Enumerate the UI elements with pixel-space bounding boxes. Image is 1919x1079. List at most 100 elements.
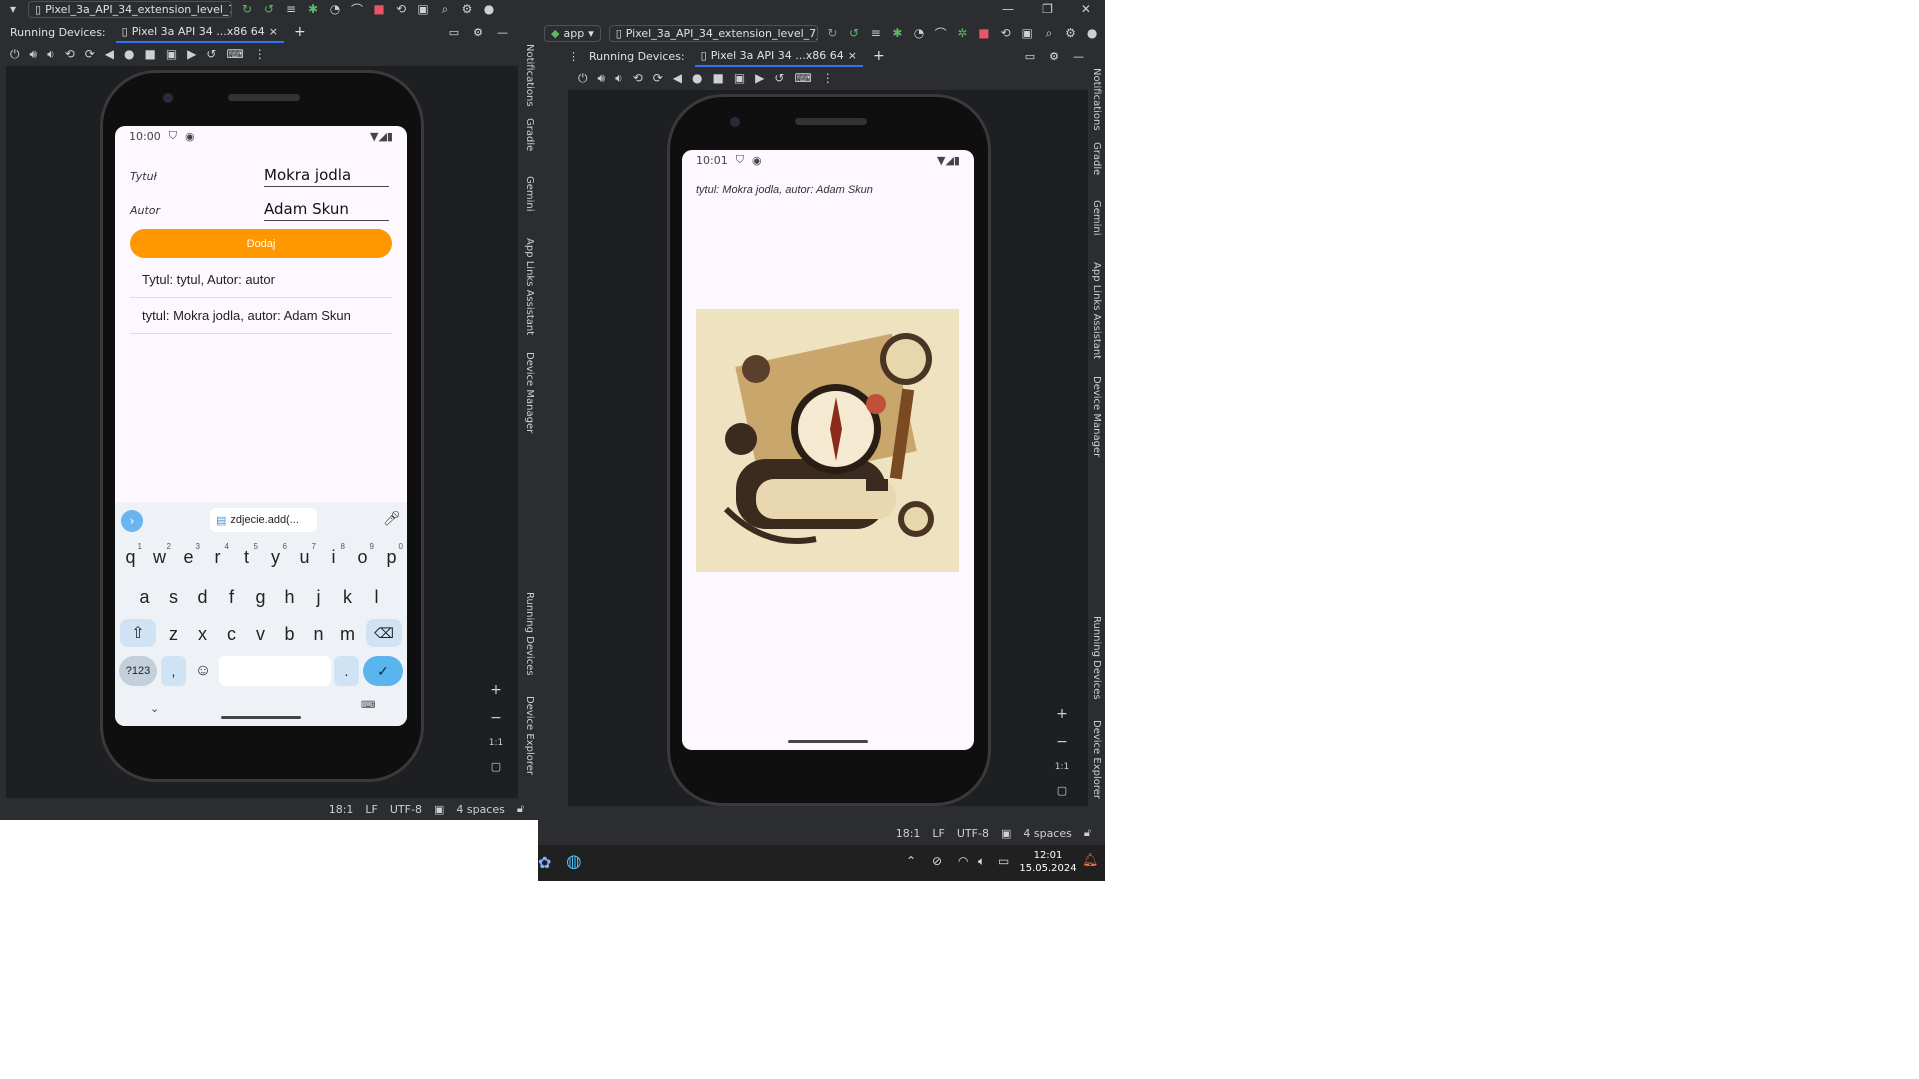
layout-icon[interactable]: ▭ xyxy=(449,26,459,39)
overview-icon[interactable]: ■ xyxy=(712,71,723,85)
gear-icon[interactable]: ⚙ xyxy=(460,2,474,16)
extended-controls-icon[interactable]: ⌨ xyxy=(794,71,811,85)
enter-key[interactable]: ✓ xyxy=(363,656,403,686)
run-config-selector[interactable]: ◆ app ▾ xyxy=(544,24,601,42)
record-icon[interactable]: ▶ xyxy=(755,71,764,85)
chevron-down-icon[interactable]: ▾ xyxy=(6,2,20,16)
zoom-in-button[interactable]: + xyxy=(1056,706,1068,722)
debug-icon[interactable]: ✱ xyxy=(306,2,320,16)
expand-toolbar-button[interactable]: › xyxy=(121,510,143,532)
title-input[interactable]: Mokra jodla xyxy=(264,166,389,187)
power-icon[interactable]: ⏻ xyxy=(578,71,588,86)
lock-icon[interactable]: 🔓︎ xyxy=(1084,826,1091,840)
zoom-in-button[interactable]: + xyxy=(490,682,502,698)
rotate-right-icon[interactable]: ⟳ xyxy=(653,71,663,85)
side-label-notifications[interactable]: Notifications xyxy=(524,44,535,107)
search-icon[interactable]: ⌕ xyxy=(438,2,452,16)
wifi-icon[interactable]: ◠ xyxy=(958,854,968,868)
side-label-gradle[interactable]: Gradle xyxy=(524,118,535,151)
side-label-app-links[interactable]: App Links Assistant xyxy=(1091,262,1102,359)
zoom-ratio-button[interactable]: 1:1 xyxy=(489,738,503,748)
key-x[interactable]: x xyxy=(189,619,216,649)
window-restore-icon[interactable]: ❐ xyxy=(1042,2,1053,16)
side-label-gemini[interactable]: Gemini xyxy=(524,176,535,212)
side-label-running-devices[interactable]: Running Devices xyxy=(524,592,535,676)
apply-changes-icon[interactable]: ↻ xyxy=(826,26,840,40)
device-selector[interactable]: ▯ Pixel_3a_API_34_extension_level_7_x86 xyxy=(608,24,818,42)
home-icon[interactable]: ● xyxy=(124,47,134,61)
settings-icon[interactable]: ⚙ xyxy=(473,26,483,39)
key-j[interactable]: j xyxy=(305,582,332,612)
device-manager-icon[interactable]: ▣ xyxy=(1020,26,1034,40)
keyboard-switch-icon[interactable]: ⌨ xyxy=(361,700,375,711)
attach-icon[interactable]: ⌒ xyxy=(350,2,364,17)
apply-changes-icon[interactable]: ↻ xyxy=(240,2,254,16)
side-label-gemini[interactable]: Gemini xyxy=(1091,200,1102,236)
key-m[interactable]: m xyxy=(334,619,361,649)
window-minimize-icon[interactable]: — xyxy=(1002,2,1014,16)
indent[interactable]: 4 spaces xyxy=(456,803,505,816)
symbols-key[interactable]: ?123 xyxy=(119,656,157,686)
lock-icon[interactable]: 🔓︎ xyxy=(517,802,524,816)
overview-icon[interactable]: ■ xyxy=(144,47,155,61)
zoom-out-button[interactable]: − xyxy=(1056,734,1068,750)
apply-code-changes-icon[interactable]: ↺ xyxy=(262,2,276,16)
device-manager-icon[interactable]: ▣ xyxy=(416,2,430,16)
side-label-device-explorer[interactable]: Device Explorer xyxy=(524,696,535,775)
extended-controls-icon[interactable]: ⌨ xyxy=(226,47,243,61)
apply-code-changes-icon[interactable]: ↺ xyxy=(847,26,861,40)
device-tab[interactable]: ▯ Pixel 3a API 34 ...x86 64 × xyxy=(115,21,284,43)
key-k[interactable]: k xyxy=(334,582,361,612)
device-tab[interactable]: ▯ Pixel 3a API 34 ...x86 64 × xyxy=(694,45,863,67)
caret-position[interactable]: 18:1 xyxy=(896,827,921,840)
power-icon[interactable]: ⏻ xyxy=(10,47,20,62)
device-selector[interactable]: ▯ Pixel_3a_API_34_extension_level_7_x86 xyxy=(28,0,232,18)
key-n[interactable]: n xyxy=(305,619,332,649)
key-p[interactable]: p0 xyxy=(378,542,405,572)
snapshot-icon[interactable]: ↺ xyxy=(206,47,216,61)
gesture-nav-bar[interactable] xyxy=(788,740,868,743)
space-key[interactable] xyxy=(219,656,331,686)
account-icon[interactable]: ● xyxy=(1085,26,1099,40)
key-c[interactable]: c xyxy=(218,619,245,649)
microphone-icon[interactable]: 🎤︎ xyxy=(383,511,401,527)
key-u[interactable]: u7 xyxy=(291,542,318,572)
chevron-down-icon[interactable]: ⌄ xyxy=(150,702,159,715)
logcat-icon[interactable]: ≡ xyxy=(284,2,298,16)
record-icon[interactable]: ▶ xyxy=(187,47,196,61)
comma-key[interactable]: , xyxy=(161,656,186,686)
volume-down-icon[interactable]: 🔉︎ xyxy=(615,71,623,86)
key-l[interactable]: l xyxy=(363,582,390,612)
key-t[interactable]: t5 xyxy=(233,542,260,572)
attach-icon[interactable]: ⌒ xyxy=(934,26,948,41)
rotate-right-icon[interactable]: ⟳ xyxy=(85,47,95,61)
key-q[interactable]: q1 xyxy=(117,542,144,572)
gear-icon[interactable]: ⚙ xyxy=(1064,26,1078,40)
debug-icon[interactable]: ✱ xyxy=(891,26,905,40)
rotate-left-icon[interactable]: ⟲ xyxy=(633,71,643,85)
speaker-mute-icon[interactable]: 🔈︎ xyxy=(978,854,985,869)
window-close-icon[interactable]: ✕ xyxy=(1081,2,1091,16)
add-tab-icon[interactable]: + xyxy=(873,48,885,64)
key-b[interactable]: b xyxy=(276,619,303,649)
layout-icon[interactable]: ▭ xyxy=(1025,50,1035,63)
chevron-up-icon[interactable]: ⌃ xyxy=(906,854,916,868)
key-v[interactable]: v xyxy=(247,619,274,649)
bell-icon[interactable]: 🔔︎ xyxy=(1082,853,1099,868)
line-ending[interactable]: LF xyxy=(932,827,944,840)
profile-icon[interactable]: ◔ xyxy=(912,26,926,40)
line-ending[interactable]: LF xyxy=(365,803,377,816)
key-o[interactable]: o9 xyxy=(349,542,376,572)
side-label-device-manager[interactable]: Device Manager xyxy=(1091,376,1102,457)
minimize-icon[interactable]: — xyxy=(497,26,508,39)
logcat-icon[interactable]: ≡ xyxy=(869,26,883,40)
key-d[interactable]: d xyxy=(189,582,216,612)
minimize-icon[interactable]: — xyxy=(1073,50,1084,63)
stop-icon[interactable]: ■ xyxy=(977,26,991,40)
indent[interactable]: 4 spaces xyxy=(1023,827,1072,840)
side-label-device-manager[interactable]: Device Manager xyxy=(524,352,535,433)
key-h[interactable]: h xyxy=(276,582,303,612)
caret-position[interactable]: 18:1 xyxy=(329,803,354,816)
earth-app-icon[interactable]: ◍ xyxy=(566,851,582,872)
volume-up-icon[interactable]: 🔊︎ xyxy=(598,71,606,86)
